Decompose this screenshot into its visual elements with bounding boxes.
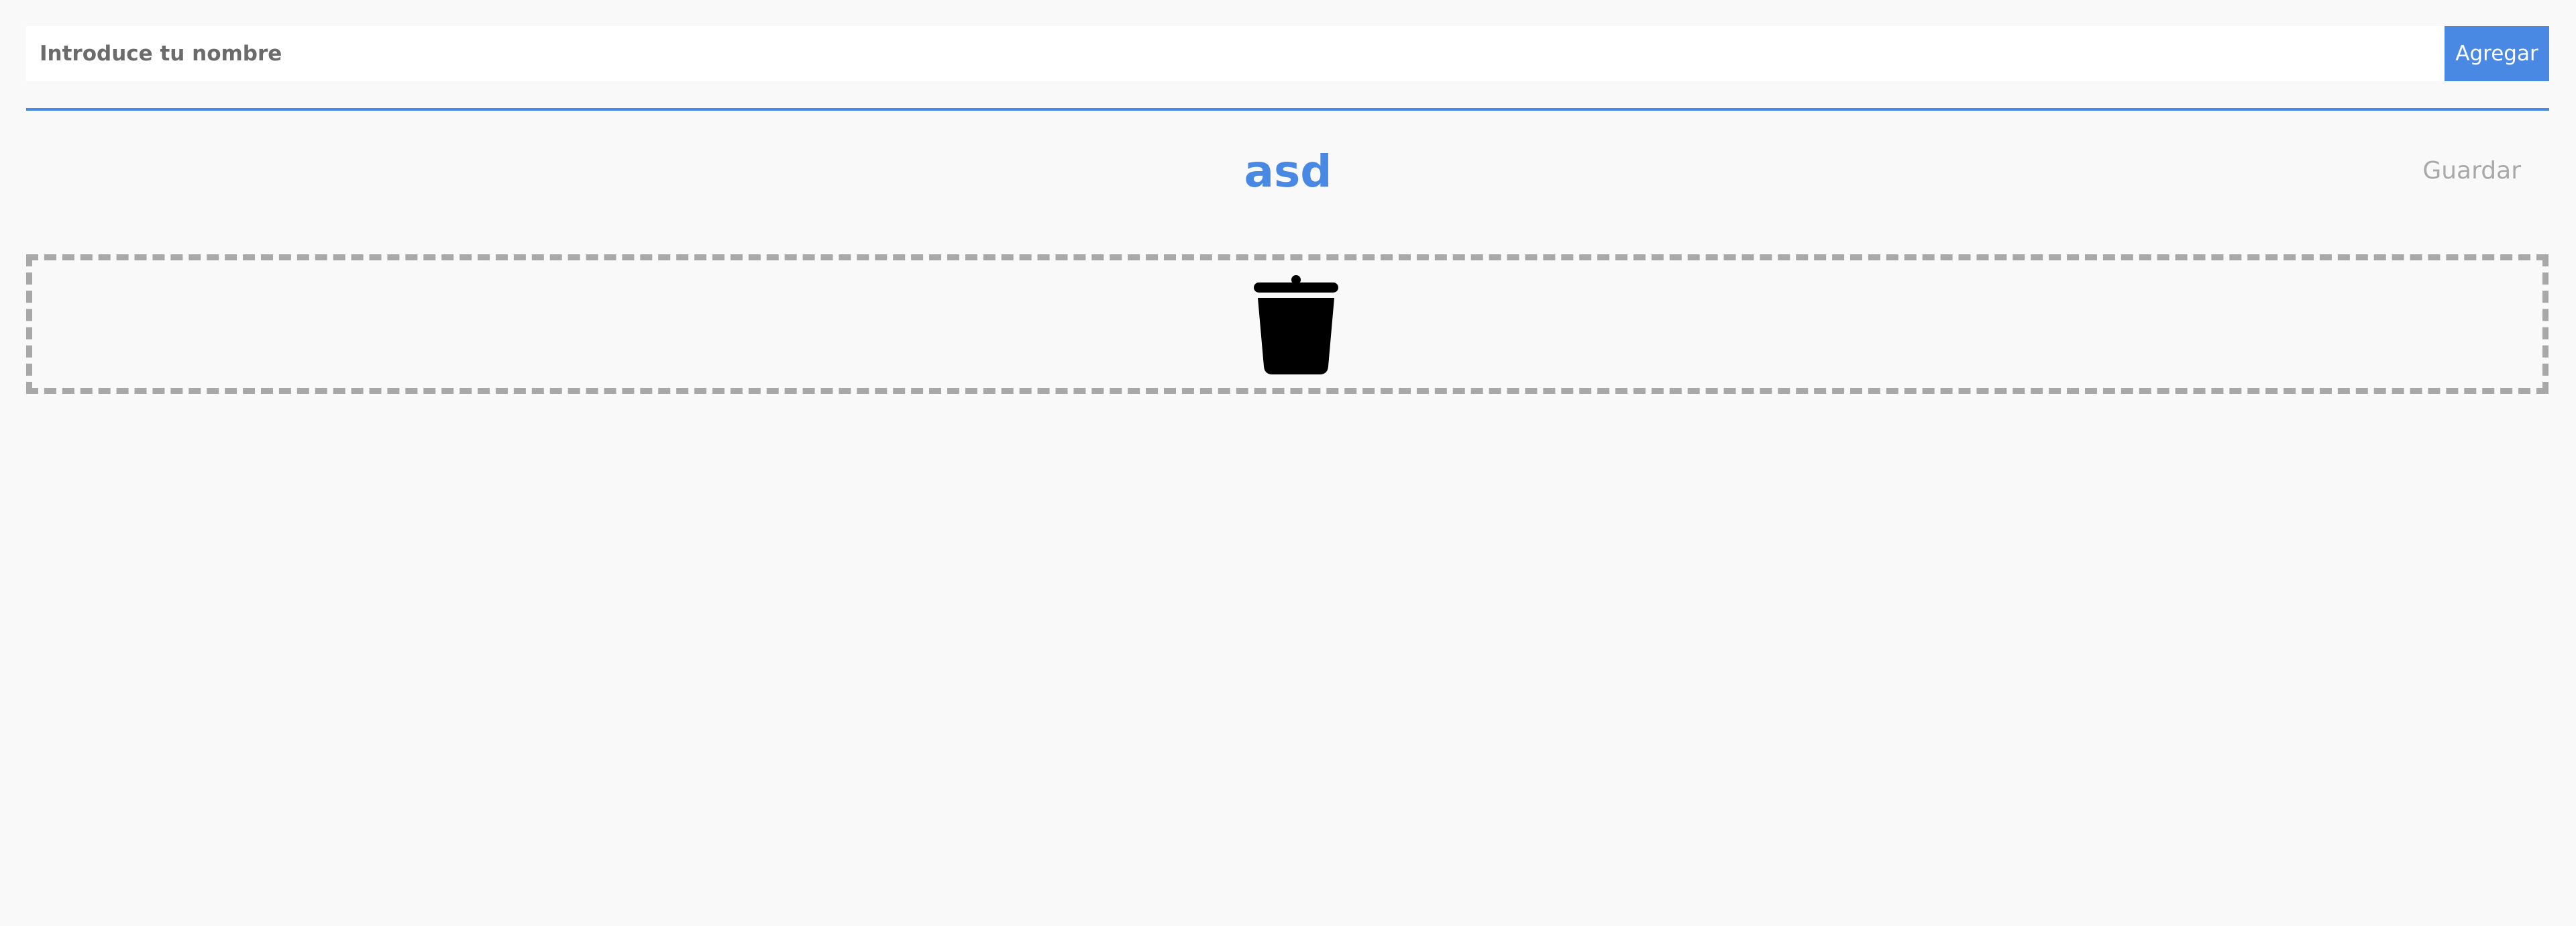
name-input[interactable]: [26, 26, 2445, 81]
add-button[interactable]: Agregar: [2445, 26, 2549, 81]
add-name-form: Agregar: [26, 26, 2549, 81]
divider: [26, 108, 2549, 111]
trash-icon: [1254, 275, 1338, 374]
list-title: asd: [1244, 146, 1332, 197]
trash-drop-zone[interactable]: [26, 254, 2548, 394]
save-button[interactable]: Guardar: [2422, 154, 2521, 188]
